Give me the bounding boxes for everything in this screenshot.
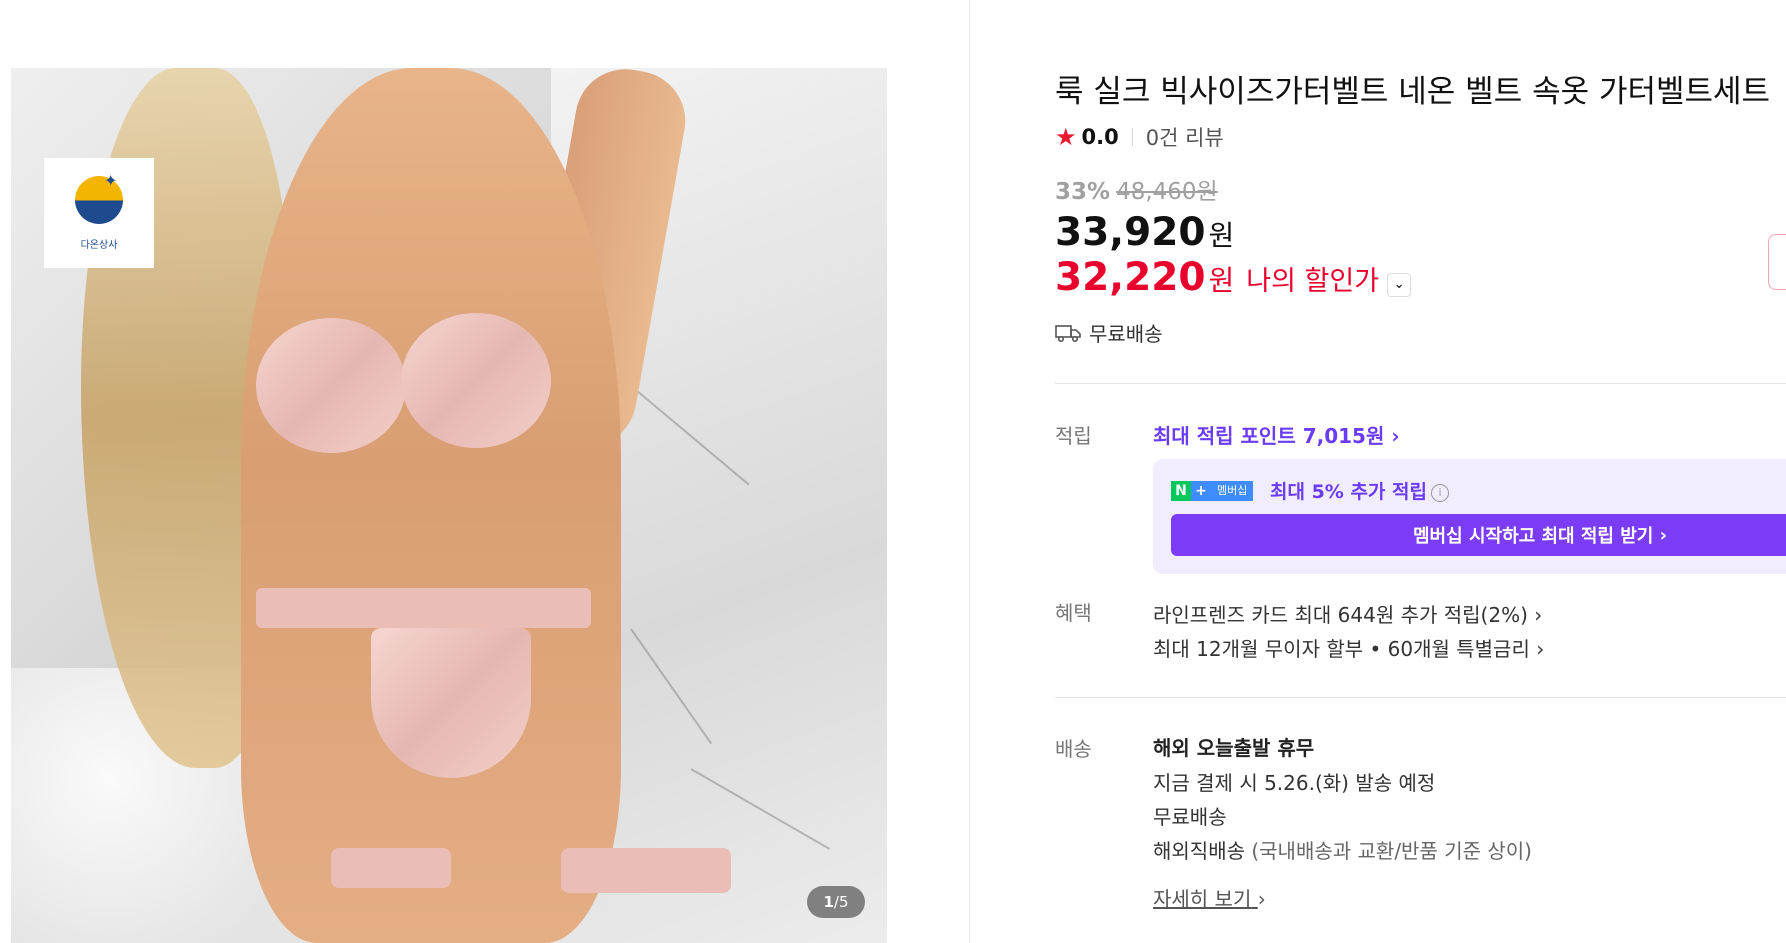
chevron-right-icon: › (1391, 424, 1400, 448)
rating-separator (1131, 128, 1133, 146)
pane-divider (969, 0, 970, 943)
overseas-label: 해외직배송 (1153, 839, 1245, 863)
divider (1055, 383, 1786, 384)
shipping-summary: 무료배송 (1055, 318, 1163, 347)
truck-icon (1055, 324, 1081, 342)
delivery-label: 배송 (1055, 737, 1092, 761)
benefit-card-link[interactable]: 라인프렌즈 카드 최대 644원 추가 적립(2%) › (1153, 599, 1542, 628)
membership-box: N + 멤버십 최대 5% 추가 적립 i 멤버십 시작하고 최대 적립 받기 › (1153, 459, 1786, 574)
product-title: 룩 실크 빅사이즈가터벨트 네온 벨트 속옷 가터벨트세트 (1055, 74, 1771, 110)
delivery-line: 지금 결제 시 5.26.(화) 발송 예정 (1153, 771, 1436, 795)
rating-row: ★ 0.0 0건 리뷰 (1055, 122, 1224, 152)
original-price: 48,460원 (1116, 179, 1218, 205)
info-icon[interactable]: i (1430, 483, 1449, 502)
product-image[interactable]: ✦ 다온상사 1/5 (11, 68, 887, 943)
product-gallery: ✦ 다온상사 1/5 (0, 0, 969, 943)
membership-button-label: 멤버십 시작하고 최대 적립 받기 (1413, 526, 1654, 547)
benefits-label: 혜택 (1055, 601, 1092, 625)
delivery-more-text: 자세히 보기 (1153, 887, 1252, 911)
extra-points-text: 최대 5% 추가 적립 (1270, 481, 1427, 503)
chevron-right-icon: › (1659, 524, 1668, 546)
npay-membership-badge: N + 멤버십 (1171, 481, 1254, 501)
shipping-summary-text: 무료배송 (1089, 322, 1163, 346)
star-icon: ★ (1055, 123, 1077, 151)
points-label: 적립 (1055, 424, 1092, 448)
my-price-row[interactable]: 32,220 원 나의 할인가 ⌄ (1055, 255, 1412, 300)
chevron-right-icon: › (1536, 637, 1545, 661)
image-pager: 1/5 (807, 886, 865, 918)
divider (1055, 697, 1786, 698)
logo-text: 다온상사 (80, 240, 118, 251)
chevron-right-icon: › (1257, 887, 1266, 911)
max-points-link[interactable]: 최대 적립 포인트 7,015원 › (1153, 420, 1400, 449)
delivery-more-link[interactable]: 자세히 보기 › (1153, 883, 1266, 912)
pager-current: 1 (823, 893, 834, 911)
rating-score: 0.0 (1081, 125, 1119, 149)
sale-price: 33,920 원 (1055, 210, 1234, 255)
seller-logo: ✦ 다온상사 (44, 158, 154, 268)
membership-start-button[interactable]: 멤버십 시작하고 최대 적립 받기 › (1171, 514, 1786, 556)
discount-rate: 33% (1055, 179, 1111, 205)
pager-total: /5 (833, 893, 849, 911)
chevron-right-icon: › (1534, 603, 1543, 627)
membership-badge-text: 멤버십 (1211, 481, 1254, 501)
benefit-installment-text: 최대 12개월 무이자 할부 • 60개월 특별금리 (1153, 637, 1530, 661)
side-floating-tab[interactable] (1768, 234, 1786, 290)
max-points-text: 최대 적립 포인트 7,015원 (1153, 424, 1385, 448)
delivery-line: 무료배송 (1153, 805, 1227, 829)
star-icon: ✦ (104, 171, 118, 190)
discount-row: 33% 48,460원 (1055, 172, 1218, 206)
delivery-headline: 해외 오늘출발 휴무 (1153, 736, 1315, 760)
benefit-card-text: 라인프렌즈 카드 최대 644원 추가 적립(2%) (1153, 603, 1528, 627)
sale-price-unit: 원 (1208, 219, 1235, 252)
review-count-link[interactable]: 0건 리뷰 (1146, 122, 1224, 152)
sale-price-value: 33,920 (1055, 210, 1206, 255)
my-price-unit: 원 (1208, 264, 1235, 297)
overseas-note: (국내배송과 교환/반품 기준 상이) (1251, 839, 1532, 863)
chevron-down-icon[interactable]: ⌄ (1387, 273, 1412, 297)
my-price-label: 나의 할인가 (1246, 266, 1380, 297)
plus-icon: + (1191, 481, 1211, 501)
benefit-installment-link[interactable]: 최대 12개월 무이자 할부 • 60개월 특별금리 › (1153, 633, 1544, 662)
naver-n-icon: N (1171, 481, 1191, 501)
extra-points: 최대 5% 추가 적립 i (1270, 477, 1449, 504)
overseas-line: 해외직배송 (국내배송과 교환/반품 기준 상이) (1153, 835, 1532, 864)
my-price-value: 32,220 (1055, 255, 1206, 300)
